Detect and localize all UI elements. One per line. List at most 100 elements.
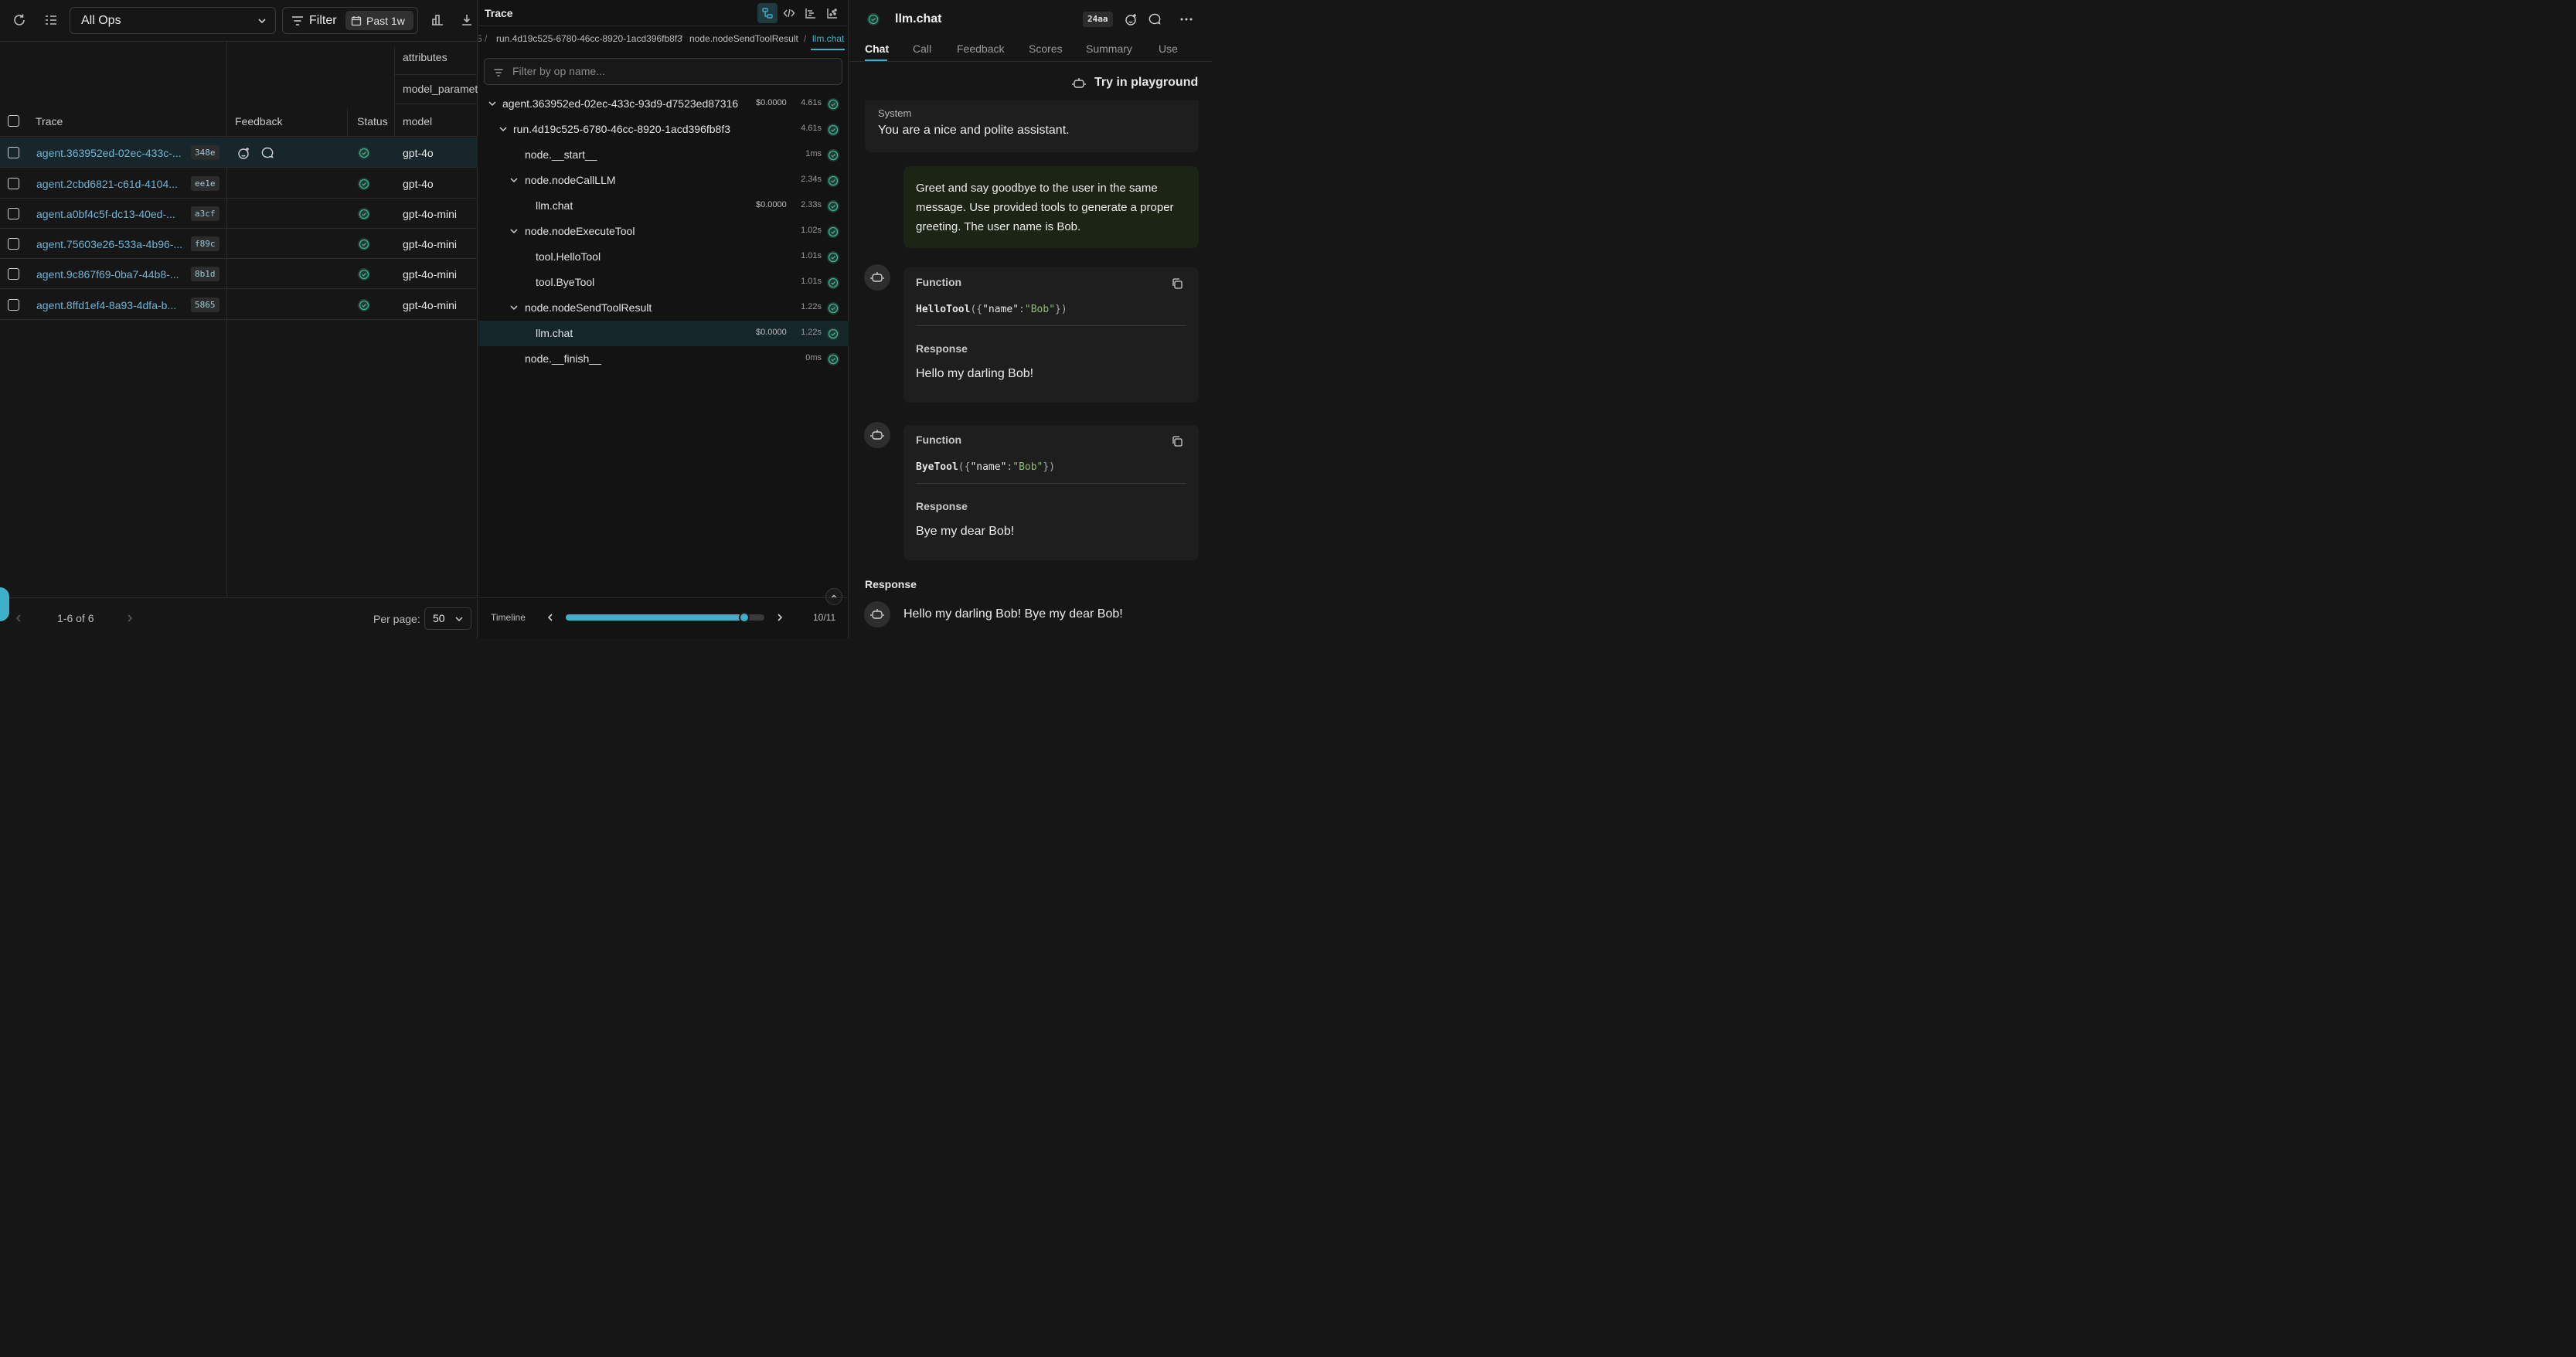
- function-label: Function: [916, 276, 962, 288]
- table-row[interactable]: agent.75603e26-533a-4b96-... f89c gpt-4o…: [0, 229, 478, 259]
- trace-link[interactable]: agent.2cbd6821-c61d-4104...: [36, 178, 178, 190]
- column-header-model[interactable]: model: [403, 115, 432, 128]
- breadcrumb-item-current[interactable]: llm.chat: [812, 33, 844, 44]
- column-header-trace[interactable]: Trace: [36, 115, 63, 128]
- op-filter-input[interactable]: Filter by op name...: [484, 58, 842, 85]
- table-row[interactable]: agent.8ffd1ef4-8a93-4dfa-b... 5865 gpt-4…: [0, 290, 478, 320]
- add-reaction-icon[interactable]: [237, 146, 251, 160]
- breadcrumb-item[interactable]: run.4d19c525-6780-46cc-8920-1acd396fb8f3: [496, 33, 682, 44]
- table-row[interactable]: agent.a0bf4c5f-dc13-40ed-... a3cf gpt-4o…: [0, 199, 478, 229]
- timeline-thumb[interactable]: [739, 612, 750, 623]
- chevron-down-icon[interactable]: [509, 226, 519, 236]
- row-checkbox[interactable]: [8, 268, 19, 280]
- response-label: Response: [916, 500, 968, 512]
- tree-node[interactable]: tool.ByeTool 1.01s: [478, 270, 849, 295]
- chart-icon[interactable]: [427, 9, 448, 31]
- row-checkbox[interactable]: [8, 178, 19, 189]
- user-text: Greet and say goodbye to the user in the…: [916, 182, 1174, 233]
- ops-select[interactable]: All Ops: [70, 7, 276, 34]
- breadcrumb-item[interactable]: node.nodeSendToolResult: [689, 33, 798, 44]
- filter-button[interactable]: Filter: [309, 14, 337, 28]
- column-header-feedback[interactable]: Feedback: [235, 115, 282, 128]
- refresh-icon[interactable]: [9, 9, 30, 31]
- chevron-down-icon[interactable]: [509, 302, 519, 313]
- trace-link[interactable]: agent.a0bf4c5f-dc13-40ed-...: [36, 208, 175, 220]
- table-row[interactable]: agent.9c867f69-0ba7-44b8-... 8b1d gpt-4o…: [0, 259, 478, 289]
- filter-icon[interactable]: [291, 14, 305, 28]
- scatter-view-icon[interactable]: [826, 7, 839, 19]
- tab-call[interactable]: Call: [913, 43, 931, 55]
- tab-scores[interactable]: Scores: [1029, 43, 1063, 55]
- trace-hash-badge: a3cf: [191, 206, 219, 221]
- try-in-playground-button[interactable]: Try in playground: [1072, 75, 1198, 92]
- tree-node[interactable]: node.nodeExecuteTool 1.02s: [478, 219, 849, 244]
- tree-node[interactable]: node.__finish__ 0ms: [478, 346, 849, 372]
- select-all-checkbox[interactable]: [8, 115, 19, 127]
- copy-icon[interactable]: [1171, 435, 1183, 447]
- chevron-right-icon[interactable]: [125, 614, 134, 623]
- column-group-attributes[interactable]: attributes: [403, 51, 447, 63]
- tab-summary[interactable]: Summary: [1086, 43, 1132, 55]
- function-arg-key: "name": [982, 304, 1019, 315]
- trace-link[interactable]: agent.363952ed-02ec-433c-...: [36, 147, 182, 159]
- tree-node-cost: $0.0000: [756, 328, 787, 337]
- tree-node[interactable]: run.4d19c525-6780-46cc-8920-1acd396fb8f3…: [478, 117, 849, 142]
- timeline-view-icon[interactable]: [805, 7, 817, 19]
- function-call: HelloTool({"name":"Bob"}): [916, 304, 1067, 315]
- success-icon: [358, 238, 370, 250]
- code-icon[interactable]: [783, 7, 795, 19]
- tree-node-duration: 2.33s: [801, 200, 822, 209]
- table-row[interactable]: agent.2cbd6821-c61d-4104... ee1e gpt-4o: [0, 168, 478, 199]
- tree-node[interactable]: node.nodeCallLLM 2.34s: [478, 168, 849, 193]
- row-checkbox[interactable]: [8, 238, 19, 250]
- tree-node[interactable]: node.__start__ 1ms: [478, 142, 849, 168]
- timeline-track[interactable]: [566, 612, 764, 623]
- trace-link[interactable]: agent.8ffd1ef4-8a93-4dfa-b...: [36, 299, 176, 311]
- help-launcher[interactable]: [0, 587, 9, 621]
- per-page-select[interactable]: 50: [424, 607, 471, 630]
- comment-icon[interactable]: [260, 146, 274, 160]
- date-range-chip[interactable]: Past 1w: [345, 11, 413, 30]
- row-checkbox[interactable]: [8, 208, 19, 219]
- tree-node[interactable]: llm.chat $0.0000 2.33s: [478, 193, 849, 219]
- tree-node-label: tool.HelloTool: [536, 250, 601, 263]
- columns-icon[interactable]: [40, 9, 62, 31]
- row-checkbox[interactable]: [8, 299, 19, 311]
- tree-node-selected[interactable]: llm.chat $0.0000 1.22s: [478, 321, 849, 346]
- export-icon[interactable]: [458, 9, 476, 31]
- table-row[interactable]: agent.363952ed-02ec-433c-... 348e gpt-4o: [0, 138, 478, 168]
- tree-node[interactable]: tool.HelloTool 1.01s: [478, 244, 849, 270]
- tab-use[interactable]: Use: [1159, 43, 1178, 55]
- chevron-down-icon[interactable]: [487, 98, 498, 109]
- row-checkbox[interactable]: [8, 147, 19, 158]
- success-icon: [827, 302, 839, 315]
- pagination-range: 1-6 of 6: [57, 612, 94, 624]
- tab-feedback[interactable]: Feedback: [957, 43, 1004, 55]
- copy-icon[interactable]: [1171, 277, 1183, 290]
- more-icon[interactable]: [1179, 12, 1193, 26]
- column-group-model-parameters[interactable]: model_paramet: [403, 83, 478, 95]
- chevron-right-icon[interactable]: [775, 613, 784, 622]
- success-icon: [827, 353, 839, 366]
- trace-link[interactable]: agent.75603e26-533a-4b96-...: [36, 238, 182, 250]
- chevron-down-icon[interactable]: [498, 124, 509, 134]
- add-reaction-icon[interactable]: [1125, 12, 1138, 26]
- assistant-avatar: [864, 422, 890, 448]
- chevron-left-icon[interactable]: [546, 613, 555, 622]
- model-value: gpt-4o-mini: [403, 268, 458, 281]
- tree-node-label: run.4d19c525-6780-46cc-8920-1acd396fb8f3: [513, 123, 730, 135]
- tree-node-label: tool.ByeTool: [536, 276, 595, 288]
- chevron-left-icon[interactable]: [14, 614, 23, 623]
- comment-icon[interactable]: [1148, 12, 1162, 26]
- tree-node-cost: $0.0000: [756, 200, 787, 209]
- chevron-down-icon: [258, 19, 266, 24]
- tree-node-duration: 1.22s: [801, 328, 822, 337]
- trace-link[interactable]: agent.9c867f69-0ba7-44b8-...: [36, 268, 179, 281]
- chevron-down-icon[interactable]: [509, 175, 519, 185]
- tree-node-duration: 4.61s: [801, 98, 822, 107]
- tree-node[interactable]: agent.363952ed-02ec-433c-93d9-d7523ed873…: [478, 91, 849, 117]
- column-header-status[interactable]: Status: [357, 115, 388, 128]
- tab-chat[interactable]: Chat: [865, 43, 889, 55]
- tree-node[interactable]: node.nodeSendToolResult 1.22s: [478, 295, 849, 321]
- tree-view-button[interactable]: [757, 3, 778, 23]
